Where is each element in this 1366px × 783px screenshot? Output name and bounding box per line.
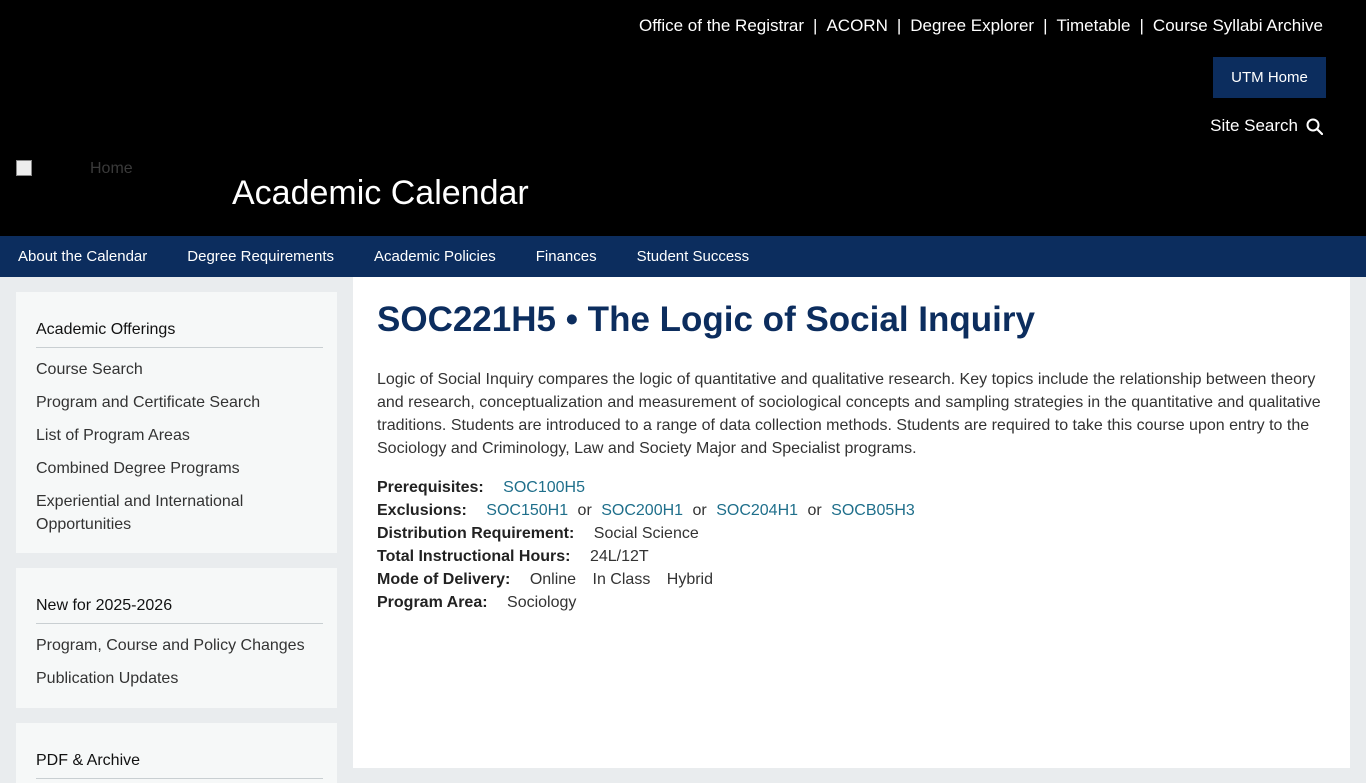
or-text: or xyxy=(577,502,592,519)
or-text: or xyxy=(692,502,707,519)
mode-label: Mode of Delivery: xyxy=(377,571,511,588)
program-area-value: Sociology xyxy=(507,594,577,611)
hours-value: 24L/12T xyxy=(589,548,649,565)
mode-hybrid: Hybrid xyxy=(666,571,713,588)
exclusion-link[interactable]: SOCB05H3 xyxy=(831,502,915,519)
utm-home-button[interactable]: UTM Home xyxy=(1213,57,1326,98)
nav-finances[interactable]: Finances xyxy=(536,248,597,265)
site-search-label: Site Search xyxy=(1210,116,1298,135)
registrar-link[interactable]: Office of the Registrar xyxy=(639,16,804,36)
timetable-link[interactable]: Timetable xyxy=(1056,16,1130,36)
prerequisites-row: Prerequisites: SOC100H5 xyxy=(377,476,1326,499)
sidebar-academic-offerings: Academic Offerings Course Search Program… xyxy=(16,292,337,553)
nav-about-calendar[interactable]: About the Calendar xyxy=(18,248,147,265)
logo-alt-text: Home xyxy=(90,160,133,177)
sidebar-box-title: Academic Offerings xyxy=(36,321,323,348)
hours-label: Total Instructional Hours: xyxy=(377,548,571,565)
course-title: SOC221H5 • The Logic of Social Inquiry xyxy=(377,300,1035,339)
main-nav: About the Calendar Degree Requirements A… xyxy=(0,236,1366,277)
site-header: Office of the Registrar | ACORN | Degree… xyxy=(0,0,1366,236)
link-separator: | xyxy=(1139,16,1144,35)
page-site-title[interactable]: Academic Calendar xyxy=(232,174,529,213)
sidebar-item-program-search[interactable]: Program and Certificate Search xyxy=(36,391,323,414)
link-separator: | xyxy=(1043,16,1048,35)
exclusions-row: Exclusions: SOC150H1 or SOC200H1 or SOC2… xyxy=(377,499,1326,522)
nav-academic-policies[interactable]: Academic Policies xyxy=(374,248,496,265)
mode-in-class: In Class xyxy=(592,571,651,588)
sidebar-item-course-search[interactable]: Course Search xyxy=(36,358,323,381)
sidebar-new-for-year: New for 2025-2026 Program, Course and Po… xyxy=(16,568,337,708)
sidebar-box-title: New for 2025-2026 xyxy=(36,597,323,624)
distribution-label: Distribution Requirement: xyxy=(377,525,575,542)
sidebar-item-publication-updates[interactable]: Publication Updates xyxy=(36,667,323,690)
sidebar-item-combined-degrees[interactable]: Combined Degree Programs xyxy=(36,457,323,480)
home-logo[interactable]: Home xyxy=(16,160,206,182)
program-area-row: Program Area: Sociology xyxy=(377,591,1326,614)
top-links: Office of the Registrar | ACORN | Degree… xyxy=(639,16,1323,36)
search-icon xyxy=(1306,118,1323,135)
exclusion-link[interactable]: SOC204H1 xyxy=(716,502,798,519)
distribution-row: Distribution Requirement: Social Science xyxy=(377,522,1326,545)
sidebar-box-title: PDF & Archive xyxy=(36,752,323,779)
course-content: SOC221H5 • The Logic of Social Inquiry L… xyxy=(353,277,1350,768)
broken-image-icon xyxy=(16,160,32,176)
sidebar-item-program-areas[interactable]: List of Program Areas xyxy=(36,424,323,447)
prerequisites-label: Prerequisites: xyxy=(377,479,484,496)
sidebar-item-experiential[interactable]: Experiential and International Opportuni… xyxy=(36,490,323,536)
acorn-link[interactable]: ACORN xyxy=(826,16,887,36)
hours-row: Total Instructional Hours: 24L/12T xyxy=(377,545,1326,568)
course-description: Logic of Social Inquiry compares the log… xyxy=(377,371,1321,457)
link-separator: | xyxy=(813,16,818,35)
site-search-button[interactable]: Site Search xyxy=(1210,116,1323,136)
syllabi-archive-link[interactable]: Course Syllabi Archive xyxy=(1153,16,1323,36)
nav-degree-requirements[interactable]: Degree Requirements xyxy=(187,248,334,265)
sidebar-item-changes[interactable]: Program, Course and Policy Changes xyxy=(36,634,323,657)
degree-explorer-link[interactable]: Degree Explorer xyxy=(910,16,1034,36)
or-text: or xyxy=(807,502,822,519)
link-separator: | xyxy=(896,16,902,35)
mode-row: Mode of Delivery: Online In Class Hybrid xyxy=(377,568,1326,591)
nav-student-success[interactable]: Student Success xyxy=(637,248,750,265)
exclusions-label: Exclusions: xyxy=(377,502,467,519)
course-details: Prerequisites: SOC100H5 Exclusions: SOC1… xyxy=(377,476,1326,614)
exclusion-link[interactable]: SOC150H1 xyxy=(486,502,568,519)
mode-online: Online xyxy=(529,571,577,588)
program-area-label: Program Area: xyxy=(377,594,488,611)
exclusion-link[interactable]: SOC200H1 xyxy=(601,502,683,519)
distribution-value: Social Science xyxy=(593,525,699,542)
sidebar-pdf-archive: PDF & Archive xyxy=(16,723,337,783)
prerequisite-link[interactable]: SOC100H5 xyxy=(503,479,585,496)
